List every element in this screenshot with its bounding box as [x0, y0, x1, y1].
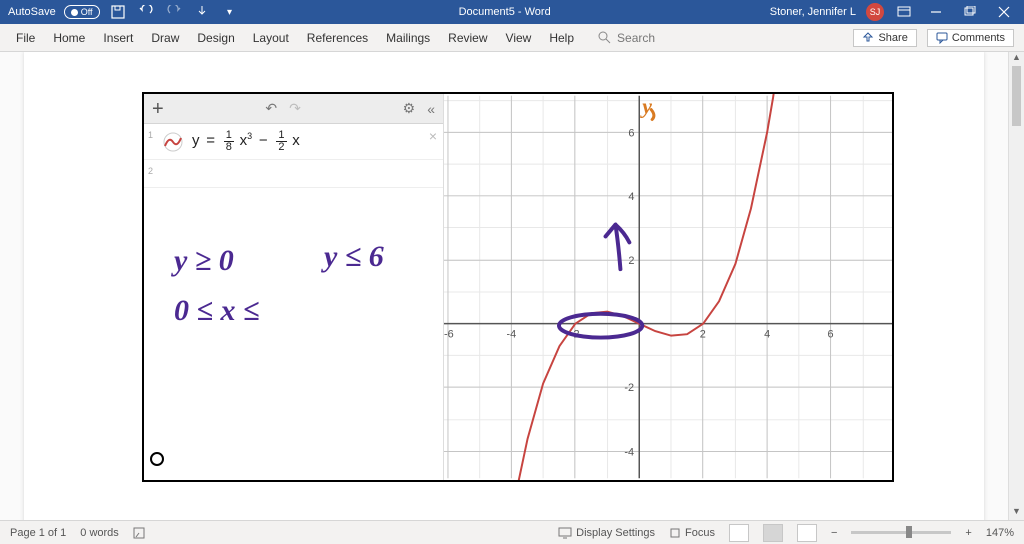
expression-row-2[interactable]: 2: [144, 160, 443, 188]
scroll-thumb[interactable]: [1012, 66, 1021, 126]
scroll-down-icon[interactable]: ▼: [1009, 506, 1024, 520]
zoom-in-button[interactable]: +: [965, 527, 971, 539]
ink-circle-mark: [148, 450, 166, 468]
svg-text:-6: -6: [444, 329, 454, 341]
touch-mode-icon[interactable]: [192, 2, 212, 22]
settings-icon[interactable]: ⚙: [403, 100, 416, 117]
tab-file[interactable]: File: [16, 31, 35, 45]
web-layout-button[interactable]: [797, 524, 817, 542]
share-icon: [862, 32, 874, 44]
comments-icon: [936, 32, 948, 44]
autosave-toggle[interactable]: Off: [64, 5, 100, 19]
zoom-out-button[interactable]: −: [831, 527, 837, 539]
tab-help[interactable]: Help: [549, 31, 574, 45]
svg-text:2: 2: [628, 255, 634, 267]
focus-icon: [669, 527, 681, 539]
maximize-button[interactable]: [958, 0, 982, 24]
tab-review[interactable]: Review: [448, 31, 487, 45]
search-icon: [598, 31, 611, 44]
svg-text:6: 6: [628, 127, 634, 139]
customize-qat-icon[interactable]: ▾: [220, 2, 240, 22]
ribbon-tabs: File Home Insert Draw Design Layout Refe…: [0, 31, 574, 45]
ink-annotation-2: y ≤ 6: [324, 240, 384, 274]
document-title: Document5 - Word: [240, 6, 770, 18]
title-bar: AutoSave Off ▾ Document5 - Word Stoner, …: [0, 0, 1024, 24]
user-name: Stoner, Jennifer L: [770, 6, 856, 18]
display-settings-icon: [558, 527, 572, 539]
autosave-dot-icon: [71, 9, 78, 16]
search-box[interactable]: Search: [598, 31, 655, 45]
ink-y-axis-label: y: [639, 95, 652, 119]
svg-text:-2: -2: [624, 382, 634, 394]
spellcheck-icon[interactable]: [133, 526, 147, 540]
tab-view[interactable]: View: [506, 31, 532, 45]
add-expression-button[interactable]: +: [152, 99, 164, 119]
display-settings-button[interactable]: Display Settings: [558, 527, 655, 539]
close-button[interactable]: [992, 0, 1016, 24]
svg-text:6: 6: [828, 329, 834, 341]
tab-references[interactable]: References: [307, 31, 368, 45]
zoom-level[interactable]: 147%: [986, 527, 1014, 539]
delete-expression-icon[interactable]: ×: [429, 128, 437, 144]
avatar[interactable]: SJ: [866, 3, 884, 21]
svg-text:2: 2: [700, 329, 706, 341]
page: + ↶ ↷ ⚙ « 1: [24, 52, 984, 520]
tab-design[interactable]: Design: [197, 31, 234, 45]
tab-layout[interactable]: Layout: [253, 31, 289, 45]
svg-text:-4: -4: [506, 329, 516, 341]
ink-annotation-1: y ≥ 0: [174, 244, 234, 278]
document-area: + ↶ ↷ ⚙ « 1: [0, 52, 1024, 520]
tab-mailings[interactable]: Mailings: [386, 31, 430, 45]
page-indicator[interactable]: Page 1 of 1: [10, 527, 66, 539]
ribbon-display-icon[interactable]: [894, 2, 914, 22]
word-count[interactable]: 0 words: [80, 527, 119, 539]
status-bar: Page 1 of 1 0 words Display Settings Foc…: [0, 520, 1024, 544]
curve-cubic: [505, 94, 779, 480]
ink-ellipse-roots: [559, 314, 642, 338]
expression-toolbar: + ↶ ↷ ⚙ «: [144, 94, 443, 124]
print-layout-button[interactable]: [763, 524, 783, 542]
svg-text:-4: -4: [624, 446, 634, 458]
svg-text:4: 4: [628, 191, 634, 203]
ink-annotation-3: 0 ≤ x ≤: [174, 294, 259, 328]
redo-expression-icon[interactable]: ↷: [289, 100, 301, 117]
tab-home[interactable]: Home: [53, 31, 85, 45]
read-mode-button[interactable]: [729, 524, 749, 542]
save-icon[interactable]: [108, 2, 128, 22]
vertical-scrollbar[interactable]: ▲ ▼: [1008, 52, 1024, 520]
undo-icon[interactable]: [136, 2, 156, 22]
expression-panel: + ↶ ↷ ⚙ « 1: [144, 94, 444, 480]
zoom-slider[interactable]: [851, 531, 951, 534]
redo-icon[interactable]: [164, 2, 184, 22]
minimize-button[interactable]: [924, 0, 948, 24]
focus-mode-button[interactable]: Focus: [669, 527, 715, 539]
tab-insert[interactable]: Insert: [103, 31, 133, 45]
ink-arrow-up: [606, 225, 630, 270]
undo-expression-icon[interactable]: ↶: [265, 100, 277, 117]
grid-major: [444, 96, 892, 479]
embedded-graph-frame: + ↶ ↷ ⚙ « 1: [142, 92, 894, 482]
svg-text:4: 4: [764, 329, 770, 341]
expression-row-1[interactable]: 1 y = 18 x3 − 12 x ×: [144, 124, 443, 160]
autosave-label: AutoSave: [8, 6, 56, 18]
scroll-up-icon[interactable]: ▲: [1009, 52, 1024, 66]
graph-canvas[interactable]: -6 -4 -2 2 4 6 -4 -2 2 4 6: [444, 94, 892, 480]
comments-button[interactable]: Comments: [927, 29, 1014, 47]
collapse-panel-icon[interactable]: «: [427, 101, 435, 117]
graph-panel[interactable]: -6 -4 -2 2 4 6 -4 -2 2 4 6: [444, 94, 892, 480]
expression-formula: y = 18 x3 − 12 x: [192, 130, 300, 153]
zoom-slider-knob[interactable]: [906, 526, 912, 538]
expression-color-swatch[interactable]: [162, 131, 184, 153]
tab-draw[interactable]: Draw: [151, 31, 179, 45]
ribbon: File Home Insert Draw Design Layout Refe…: [0, 24, 1024, 52]
share-button[interactable]: Share: [853, 29, 916, 47]
